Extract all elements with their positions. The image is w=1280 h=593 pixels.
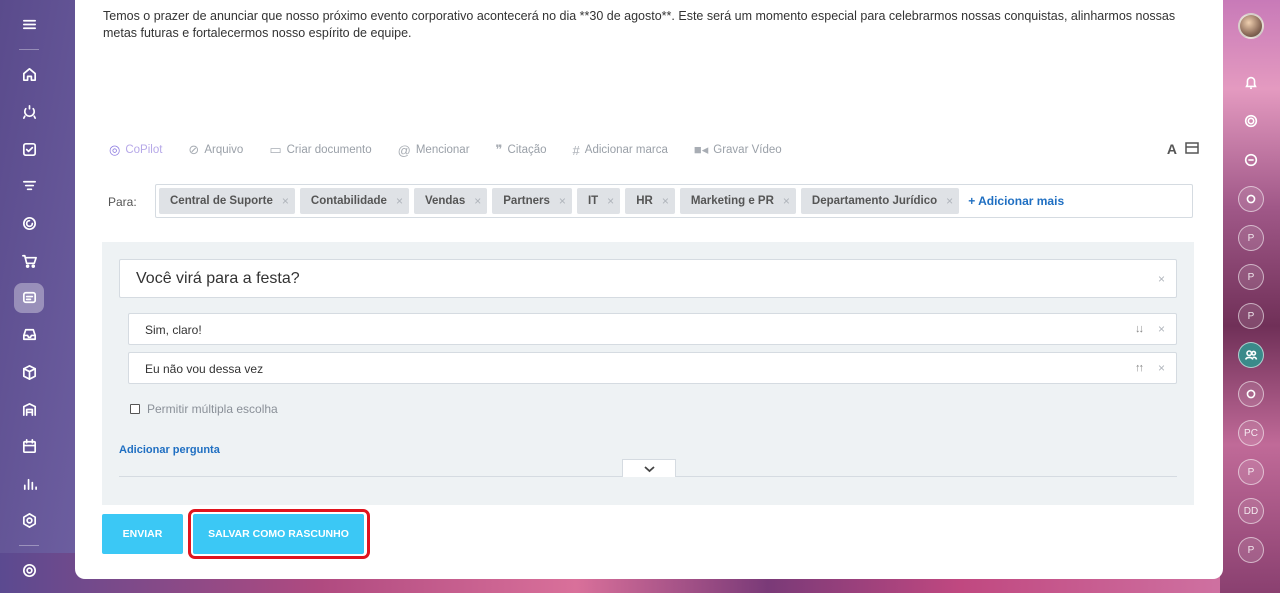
add-tag-button[interactable]: # Adicionar marca xyxy=(573,143,668,158)
feed-icon[interactable] xyxy=(14,282,44,313)
box-icon[interactable] xyxy=(14,357,44,387)
contact-avatar-icon[interactable]: PC xyxy=(1238,420,1264,446)
at-icon: @ xyxy=(397,142,411,158)
chevron-down-icon xyxy=(643,465,655,472)
contact-avatar-icon[interactable]: P xyxy=(1238,264,1264,290)
recipient-tag[interactable]: Departamento Jurídico × xyxy=(800,188,960,214)
chat-icon[interactable] xyxy=(1238,147,1264,173)
warehouse-icon[interactable] xyxy=(14,394,44,424)
delete-answer-icon[interactable]: × xyxy=(1158,322,1165,336)
notification-bell-icon[interactable] xyxy=(1238,69,1264,95)
quote-button[interactable]: ❞ Citação xyxy=(496,142,547,158)
recipient-tag[interactable]: Vendas × xyxy=(413,188,488,214)
left-sidebar xyxy=(0,0,58,593)
poll-block: Você virá para a festa? × Sim, claro! ↓↓… xyxy=(102,242,1194,505)
recipients-label: Para: xyxy=(108,195,137,209)
recipient-tag[interactable]: Partners × xyxy=(492,188,572,214)
video-camera-icon: ■◂ xyxy=(693,142,709,157)
sidebar-divider xyxy=(19,49,39,51)
copilot-swirl-icon[interactable] xyxy=(1238,108,1264,134)
text-format-icon[interactable]: A xyxy=(1167,141,1177,157)
recipient-tag[interactable]: Central de Suporte × xyxy=(159,188,295,214)
remove-tag-icon[interactable]: × xyxy=(783,194,790,208)
contact-avatar-icon[interactable]: P xyxy=(1238,303,1264,329)
tasks-icon[interactable] xyxy=(14,134,44,164)
contact-copilot-icon[interactable] xyxy=(1238,381,1264,407)
menu-icon[interactable] xyxy=(14,10,44,40)
recipients-field[interactable]: Central de Suporte × Contabilidade × Venda… xyxy=(155,184,1193,218)
poll-question-input[interactable]: Você virá para a festa? × xyxy=(119,259,1177,298)
file-button[interactable]: ⊘ Arquivo xyxy=(188,142,243,158)
editor-toolbar: ◎ CoPilot ⊘ Arquivo ▭ Criar documento @ … xyxy=(109,141,1199,159)
multiple-choice-checkbox[interactable] xyxy=(130,404,140,414)
calendar-icon[interactable] xyxy=(14,432,44,462)
recipient-tag[interactable]: HR × xyxy=(625,188,675,214)
contact-copilot-icon[interactable] xyxy=(1238,186,1264,212)
delete-question-icon[interactable]: × xyxy=(1158,272,1165,286)
filter-icon[interactable] xyxy=(14,172,44,202)
recipients-row: Para: Central de Suporte × Contabilidade ×… xyxy=(108,184,1193,218)
recipient-tag[interactable]: Contabilidade × xyxy=(299,188,409,214)
poll-answer-input[interactable]: Sim, claro! ↓↓ × xyxy=(128,313,1177,345)
copilot-icon[interactable] xyxy=(14,209,44,239)
remove-tag-icon[interactable]: × xyxy=(662,194,669,208)
paperclip-icon: ⊘ xyxy=(188,142,200,157)
copilot-button[interactable]: ◎ CoPilot xyxy=(109,142,162,158)
contact-avatar-icon[interactable]: P xyxy=(1238,537,1264,563)
remove-tag-icon[interactable]: × xyxy=(396,194,403,208)
home-icon[interactable] xyxy=(14,60,44,90)
analytics-icon[interactable] xyxy=(14,469,44,499)
toolbar-right: A xyxy=(1167,141,1199,157)
create-document-button[interactable]: ▭ Criar documento xyxy=(269,142,371,158)
crm-icon[interactable] xyxy=(14,97,44,127)
inbox-icon[interactable] xyxy=(14,320,44,350)
remove-tag-icon[interactable]: × xyxy=(474,194,481,208)
move-up-icon[interactable]: ↑↑ xyxy=(1135,362,1144,374)
highlight-box xyxy=(188,509,370,559)
settings-icon[interactable] xyxy=(14,556,44,586)
collapse-button[interactable] xyxy=(622,459,676,477)
delete-answer-icon[interactable]: × xyxy=(1158,361,1165,375)
multiple-choice-option[interactable]: Permitir múltipla escolha xyxy=(130,402,278,416)
remove-tag-icon[interactable]: × xyxy=(282,194,289,208)
remove-tag-icon[interactable]: × xyxy=(946,194,953,208)
document-icon: ▭ xyxy=(269,142,282,157)
contact-avatar-icon[interactable]: P xyxy=(1238,459,1264,485)
right-sidebar: P P P PC P DD P xyxy=(1222,0,1280,593)
mention-button[interactable]: @ Mencionar xyxy=(398,143,470,158)
contact-avatar-icon[interactable]: P xyxy=(1238,225,1264,251)
user-avatar[interactable] xyxy=(1238,13,1264,39)
group-icon[interactable] xyxy=(1238,342,1264,368)
copilot-icon: ◎ xyxy=(109,142,121,157)
hexagon-icon[interactable] xyxy=(14,506,44,536)
add-question-link[interactable]: Adicionar pergunta xyxy=(119,444,220,456)
remove-tag-icon[interactable]: × xyxy=(559,194,566,208)
panel-toggle-icon[interactable] xyxy=(1185,141,1199,157)
move-down-icon[interactable]: ↓↓ xyxy=(1135,323,1144,335)
record-video-button[interactable]: ■◂ Gravar Vídeo xyxy=(694,142,782,158)
shop-icon[interactable] xyxy=(14,246,44,276)
quote-icon: ❞ xyxy=(495,142,503,157)
send-button[interactable]: ENVIAR xyxy=(102,514,183,554)
add-more-recipients-link[interactable]: + Adicionar mais xyxy=(968,194,1064,208)
message-body[interactable]: Temos o prazer de anunciar que nosso pró… xyxy=(103,8,1193,42)
contact-avatar-icon[interactable]: DD xyxy=(1238,498,1264,524)
remove-tag-icon[interactable]: × xyxy=(607,194,614,208)
recipient-tag[interactable]: Marketing e PR × xyxy=(679,188,796,214)
hash-icon: # xyxy=(572,142,580,158)
post-editor: Temos o prazer de anunciar que nosso pró… xyxy=(75,0,1223,579)
poll-answer-input[interactable]: Eu não vou dessa vez ↑↑ × xyxy=(128,352,1177,384)
recipient-tag[interactable]: IT × xyxy=(576,188,621,214)
sidebar-divider-bottom xyxy=(19,544,39,546)
